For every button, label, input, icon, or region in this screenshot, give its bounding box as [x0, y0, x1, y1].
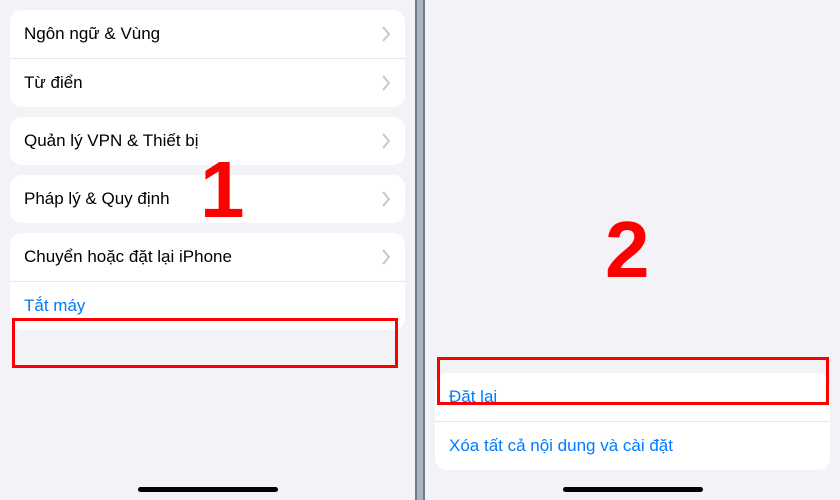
settings-group-reset: Chuyển hoặc đặt lại iPhone Tắt máy	[10, 233, 405, 330]
chevron-right-icon	[381, 26, 391, 42]
home-indicator[interactable]	[563, 487, 703, 492]
chevron-right-icon	[381, 249, 391, 265]
row-dictionary[interactable]: Từ điển	[10, 58, 405, 107]
row-label: Tắt máy	[24, 296, 391, 316]
screenshot-step-2: Đặt lại Xóa tất cả nội dung và cài đặt 2	[423, 0, 840, 500]
chevron-right-icon	[381, 191, 391, 207]
reset-options-group: Đặt lại Xóa tất cả nội dung và cài đặt	[435, 373, 830, 470]
chevron-right-icon	[381, 133, 391, 149]
row-label: Đặt lại	[449, 387, 816, 407]
annotation-step-number-2: 2	[605, 210, 650, 290]
row-reset[interactable]: Đặt lại	[435, 373, 830, 421]
row-label: Ngôn ngữ & Vùng	[24, 24, 381, 44]
row-erase-all[interactable]: Xóa tất cả nội dung và cài đặt	[435, 421, 830, 470]
settings-group-vpn: Quản lý VPN & Thiết bị	[10, 117, 405, 165]
chevron-right-icon	[381, 75, 391, 91]
row-label: Pháp lý & Quy định	[24, 189, 381, 209]
row-shutdown[interactable]: Tắt máy	[10, 281, 405, 330]
row-transfer-reset[interactable]: Chuyển hoặc đặt lại iPhone	[10, 233, 405, 281]
row-vpn-device[interactable]: Quản lý VPN & Thiết bị	[10, 117, 405, 165]
settings-group-legal: Pháp lý & Quy định	[10, 175, 405, 223]
row-label: Xóa tất cả nội dung và cài đặt	[449, 436, 816, 456]
row-legal[interactable]: Pháp lý & Quy định	[10, 175, 405, 223]
home-indicator[interactable]	[138, 487, 278, 492]
row-label: Từ điển	[24, 73, 381, 93]
screenshot-step-1: Ngôn ngữ & Vùng Từ điển Quản lý VPN & Th…	[0, 0, 417, 500]
settings-group-language: Ngôn ngữ & Vùng Từ điển	[10, 10, 405, 107]
row-language-region[interactable]: Ngôn ngữ & Vùng	[10, 10, 405, 58]
row-label: Chuyển hoặc đặt lại iPhone	[24, 247, 381, 267]
row-label: Quản lý VPN & Thiết bị	[24, 131, 381, 151]
